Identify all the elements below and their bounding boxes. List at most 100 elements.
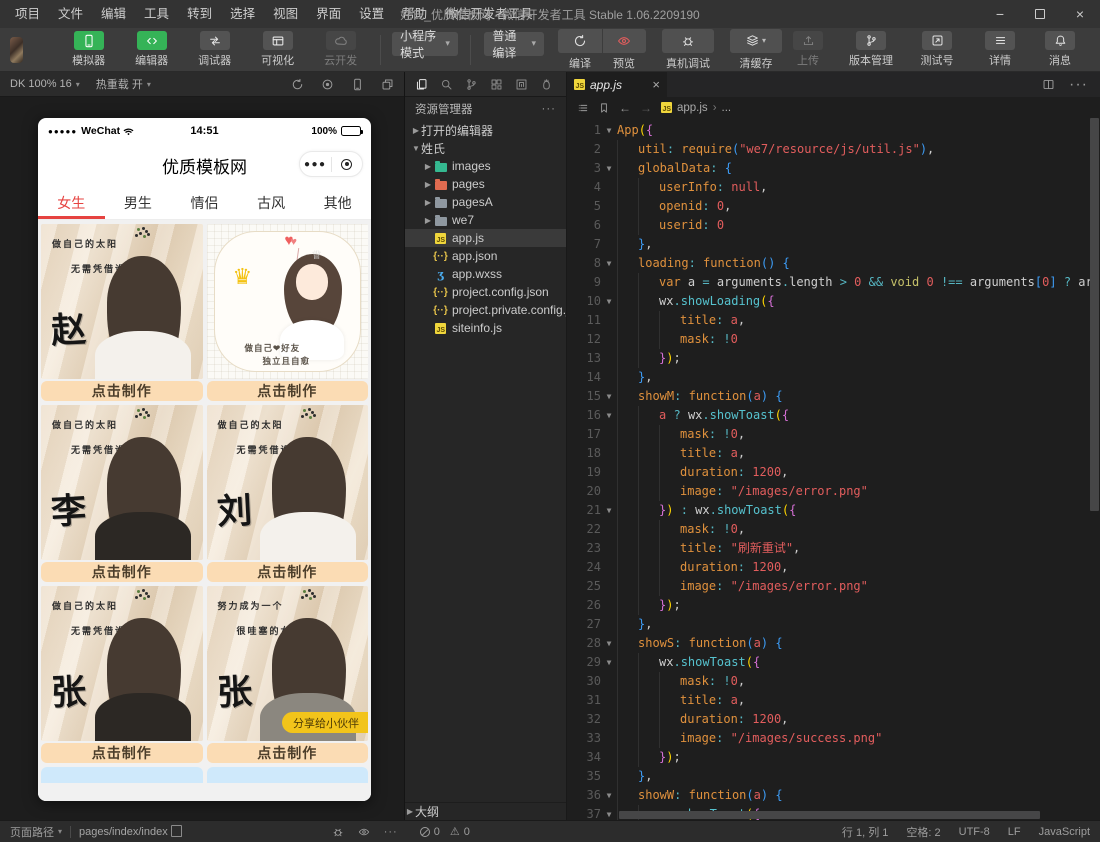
files-icon[interactable] xyxy=(415,78,428,91)
make-button[interactable]: 点击制作 xyxy=(41,381,203,401)
tree-item-we7[interactable]: ▶we7 xyxy=(405,211,566,229)
bookmark-icon[interactable] xyxy=(598,102,610,114)
tab-女生[interactable]: 女生 xyxy=(38,186,105,219)
tab-古风[interactable]: 古风 xyxy=(238,186,305,219)
close-button[interactable]: × xyxy=(1060,0,1100,28)
copy-icon[interactable] xyxy=(173,827,182,837)
toolbar-button-版本管理[interactable]: 版本管理 xyxy=(842,31,900,68)
template-card[interactable]: 做自己的太阳无需凭借谁的光李点击制作 xyxy=(41,405,203,582)
file-icon-json: {··} xyxy=(433,251,448,262)
template-card[interactable]: 做自己的太阳无需凭借谁的光张点击制作 xyxy=(41,586,203,763)
tree-section-打开的编辑器[interactable]: ▶打开的编辑器 xyxy=(405,121,566,139)
status-utf-8[interactable]: UTF-8 xyxy=(959,824,990,840)
close-target-button[interactable] xyxy=(332,159,363,170)
toolbar-button-调试器[interactable]: 调试器 xyxy=(188,31,242,68)
tree-item-pagesA[interactable]: ▶pagesA xyxy=(405,193,566,211)
warning-count: 0 xyxy=(464,826,470,838)
page-path-selector[interactable]: 页面路径 ▾ xyxy=(10,824,62,840)
make-button[interactable]: 点击制作 xyxy=(41,562,203,582)
menu-item-转到[interactable]: 转到 xyxy=(178,0,221,28)
menu-item-文件[interactable]: 文件 xyxy=(49,0,92,28)
more-icon[interactable]: ··· xyxy=(384,826,398,838)
toolbar-button-模拟器[interactable]: 模拟器 xyxy=(62,31,116,68)
split-editor-icon[interactable] xyxy=(1042,78,1055,91)
menu-item-编辑[interactable]: 编辑 xyxy=(92,0,135,28)
device-selector[interactable]: DK 100% 16 ▾ xyxy=(10,78,80,90)
device-debug-button[interactable] xyxy=(662,29,714,53)
avatar[interactable] xyxy=(10,37,23,63)
make-button[interactable]: 点击制作 xyxy=(207,562,369,582)
tree-item-app.js[interactable]: JSapp.js xyxy=(405,229,566,247)
tree-item-pages[interactable]: ▶pages xyxy=(405,175,566,193)
menu-item-设置[interactable]: 设置 xyxy=(350,0,393,28)
more-icon[interactable]: ··· xyxy=(542,103,557,115)
preview-button[interactable] xyxy=(602,29,646,53)
minimize-button[interactable]: − xyxy=(980,0,1020,28)
status-lf[interactable]: LF xyxy=(1008,824,1021,840)
mode-select[interactable]: 小程序模式 ▾ xyxy=(392,32,458,56)
tree-item-app.wxss[interactable]: ʒapp.wxss xyxy=(405,265,566,283)
code-editor[interactable]: 1▼App({2util: require("we7/resource/js/u… xyxy=(567,118,1100,820)
make-button[interactable]: 点击制作 xyxy=(207,381,369,401)
toolbar-button-上传[interactable]: 上传 xyxy=(782,31,834,68)
template-card[interactable]: ♛♥♥♕做自己❤好友独立且自愈点击制作 xyxy=(207,224,369,401)
menu-item-项目[interactable]: 项目 xyxy=(6,0,49,28)
tree-section-姓氏[interactable]: ▼姓氏 xyxy=(405,139,566,157)
template-card[interactable]: 努力成为一个很哇塞的女孩张分享给小伙伴点击制作 xyxy=(207,586,369,763)
toolbar-button-测试号[interactable]: 测试号 xyxy=(908,31,966,68)
outline-list-icon[interactable] xyxy=(577,102,589,114)
tree-item-project.config.json[interactable]: {··}project.config.json xyxy=(405,283,566,301)
toolbar-button-云开发[interactable]: 云开发 xyxy=(314,31,368,68)
toolbar-button-详情[interactable]: 详情 xyxy=(974,31,1026,68)
template-card[interactable]: 做自己的太阳无需凭借谁的光赵点击制作 xyxy=(41,224,203,401)
record-icon[interactable] xyxy=(321,78,334,91)
eye-icon[interactable] xyxy=(358,826,370,838)
menu-dots-button[interactable]: ●●● xyxy=(300,159,331,170)
menu-item-界面[interactable]: 界面 xyxy=(307,0,350,28)
back-icon[interactable]: ← xyxy=(619,101,631,115)
vertical-scrollbar[interactable] xyxy=(1090,118,1099,511)
problems-indicator[interactable]: 0 ⚠ 0 xyxy=(420,825,470,838)
debug-icon[interactable] xyxy=(332,826,344,838)
npm-icon[interactable] xyxy=(515,78,528,91)
phone-icon[interactable] xyxy=(351,78,364,91)
tree-item-project.private.config.js...[interactable]: {··}project.private.config.js... xyxy=(405,301,566,319)
outline-section[interactable]: ▶ 大纲 xyxy=(405,802,566,820)
close-icon[interactable]: × xyxy=(652,77,660,92)
template-card[interactable]: 做自己的太阳无需凭借谁的光刘点击制作 xyxy=(207,405,369,582)
hot-reload-toggle[interactable]: 热重载 开 ▾ xyxy=(96,76,151,92)
menu-item-工具[interactable]: 工具 xyxy=(135,0,178,28)
blocks-icon[interactable] xyxy=(490,78,503,91)
clear-cache-button[interactable]: ▾ xyxy=(730,29,782,53)
tab-男生[interactable]: 男生 xyxy=(105,186,172,219)
hand-icon[interactable] xyxy=(540,78,553,91)
toolbar-button-消息[interactable]: 消息 xyxy=(1034,31,1086,68)
make-button[interactable]: 点击制作 xyxy=(41,743,203,763)
share-badge[interactable]: 分享给小伙伴 xyxy=(282,712,368,733)
maximize-button[interactable] xyxy=(1020,0,1060,28)
make-button[interactable]: 点击制作 xyxy=(207,743,369,763)
git-icon[interactable] xyxy=(465,78,478,91)
horizontal-scrollbar[interactable] xyxy=(619,811,1040,819)
windows-icon[interactable] xyxy=(381,78,394,91)
status--1-1[interactable]: 行 1, 列 1 xyxy=(842,824,888,840)
status--2[interactable]: 空格: 2 xyxy=(906,824,940,840)
tree-item-siteinfo.js[interactable]: JSsiteinfo.js xyxy=(405,319,566,337)
tab-app-js[interactable]: JS app.js × xyxy=(567,72,667,97)
tab-其他[interactable]: 其他 xyxy=(304,186,371,219)
phone-nav-bar: 优质模板网 ●●● xyxy=(38,144,371,186)
tree-item-images[interactable]: ▶images xyxy=(405,157,566,175)
tab-情侣[interactable]: 情侣 xyxy=(171,186,238,219)
status-javascript[interactable]: JavaScript xyxy=(1039,824,1090,840)
compile-button[interactable] xyxy=(558,29,602,53)
search-icon[interactable] xyxy=(440,78,453,91)
toolbar-button-可视化[interactable]: 可视化 xyxy=(251,31,305,68)
tree-item-app.json[interactable]: {··}app.json xyxy=(405,247,566,265)
forward-icon[interactable]: → xyxy=(640,101,652,115)
menu-item-视图[interactable]: 视图 xyxy=(264,0,307,28)
menu-item-选择[interactable]: 选择 xyxy=(221,0,264,28)
refresh-icon[interactable] xyxy=(291,78,304,91)
more-icon[interactable]: ··· xyxy=(1069,76,1088,94)
toolbar-button-编辑器[interactable]: 编辑器 xyxy=(125,31,179,68)
compile-select[interactable]: 普通编译 ▾ xyxy=(484,32,544,56)
